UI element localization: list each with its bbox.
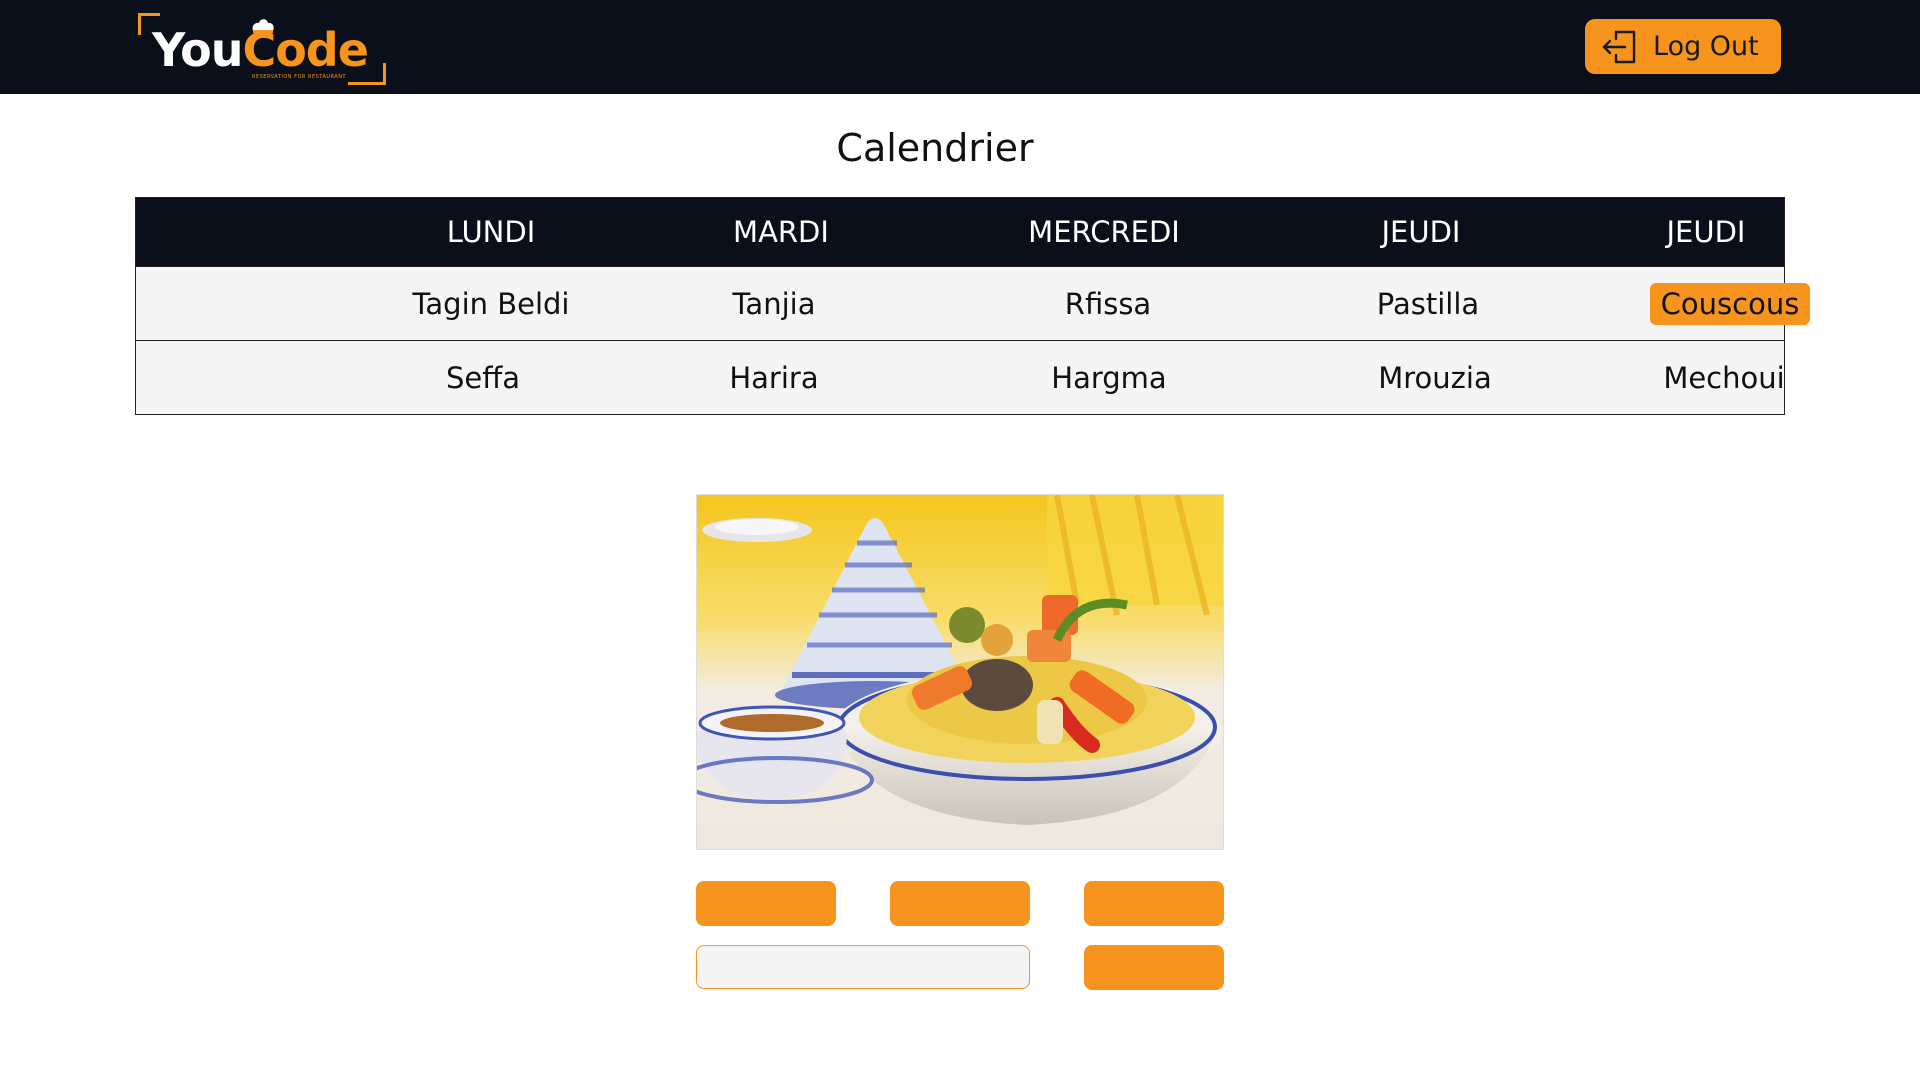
calendar-table: LUNDI MARDI MERCREDI JEUDI JEUDI Tagin B… bbox=[135, 197, 1811, 415]
action-button-3[interactable] bbox=[1084, 881, 1224, 926]
dish-cell[interactable]: Pastilla bbox=[1293, 267, 1563, 340]
dish-cell[interactable]: Rfissa bbox=[973, 267, 1243, 340]
dish-cell-selected[interactable]: Couscous bbox=[1595, 267, 1865, 340]
dish-name: Pastilla bbox=[1376, 286, 1480, 321]
logo-wordmark: YouCode bbox=[152, 23, 369, 77]
calendar-header-row: LUNDI MARDI MERCREDI JEUDI JEUDI bbox=[136, 198, 1784, 266]
logout-button[interactable]: Log Out bbox=[1585, 19, 1781, 74]
logout-icon bbox=[1602, 30, 1636, 63]
dish-cell[interactable]: Tagin Beldi bbox=[356, 267, 626, 340]
dish-name: Mechoui bbox=[1663, 360, 1785, 395]
logo-text-code: Code bbox=[242, 23, 368, 77]
dish-name: Hargma bbox=[1051, 360, 1167, 395]
action-button-2[interactable] bbox=[890, 881, 1030, 926]
dish-cell[interactable]: Harira bbox=[639, 341, 909, 414]
dish-name: Mrouzia bbox=[1378, 360, 1492, 395]
logout-label: Log Out bbox=[1653, 31, 1759, 62]
day-header-mercredi: MERCREDI bbox=[1028, 215, 1180, 249]
day-header-lundi: LUNDI bbox=[446, 215, 536, 249]
dish-name: Tagin Beldi bbox=[412, 286, 570, 321]
dish-cell[interactable]: Hargma bbox=[974, 341, 1244, 414]
dish-cell[interactable]: Tanjia bbox=[639, 267, 909, 340]
dish-name: Seffa bbox=[445, 360, 520, 395]
dish-name: Tanjia bbox=[732, 286, 816, 321]
calendar-row: Seffa Harira Hargma Mrouzia Mechoui bbox=[136, 340, 1785, 414]
day-header-mardi: MARDI bbox=[733, 215, 829, 249]
selected-dish-badge: Couscous bbox=[1649, 282, 1811, 325]
day-header-jeudi: JEUDI bbox=[1381, 215, 1461, 249]
calendar-row: Tagin Beldi Tanjia Rfissa Pastilla Cousc… bbox=[136, 266, 1811, 340]
logo-text-you: You bbox=[152, 23, 243, 77]
dish-input-field[interactable] bbox=[696, 945, 1030, 989]
submit-button[interactable] bbox=[1084, 945, 1224, 990]
dish-cell[interactable]: Mechoui bbox=[1589, 341, 1859, 414]
dish-cell[interactable]: Seffa bbox=[348, 341, 618, 414]
youcode-logo[interactable]: YouCode RESERVATION FOR RESTAURANT bbox=[138, 13, 386, 85]
action-button-1[interactable] bbox=[696, 881, 836, 926]
page-title: Calendrier bbox=[836, 126, 1034, 170]
couscous-dish-illustration bbox=[697, 495, 1223, 849]
day-header-jeudi-2: JEUDI bbox=[1666, 215, 1746, 249]
dish-name: Harira bbox=[729, 360, 819, 395]
dish-name: Rfissa bbox=[1064, 286, 1152, 321]
logo-tagline: RESERVATION FOR RESTAURANT bbox=[252, 74, 347, 80]
navbar: YouCode RESERVATION FOR RESTAURANT Log O… bbox=[0, 0, 1920, 94]
dish-cell[interactable]: Mrouzia bbox=[1300, 341, 1570, 414]
couscous-dish-image bbox=[696, 494, 1224, 850]
